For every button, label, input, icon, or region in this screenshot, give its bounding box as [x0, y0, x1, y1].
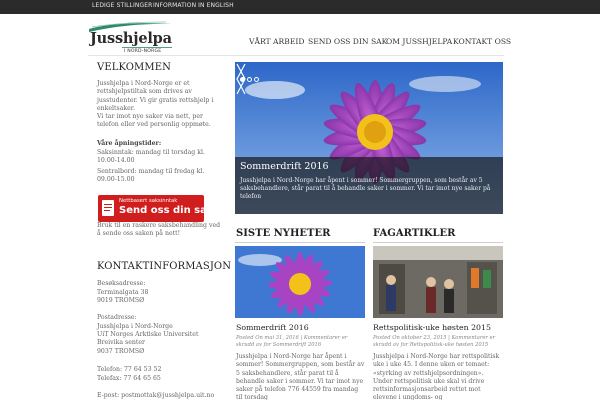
- logo-title: Jusshjelpa: [90, 30, 172, 47]
- send-case-button[interactable]: Nettbasert saksinntak Send oss din sak: [98, 195, 214, 222]
- slide-caption: Sommerdrift 2016 Jusshjelpa i Nord-Norge…: [235, 157, 503, 214]
- articles-thumbnail[interactable]: [373, 246, 503, 318]
- nav-item-send-case[interactable]: SEND OSS DIN SAK: [308, 37, 387, 46]
- top-bar: LEDIGE STILLINGER INFORMATION IN ENGLISH: [0, 0, 600, 14]
- topbar-link-jobs[interactable]: LEDIGE STILLINGER: [92, 2, 152, 9]
- articles-excerpt: Jusshjelpa i Nord-Norge har rettspolitis…: [373, 353, 500, 400]
- visit-city: 9019 TROMSØ: [97, 297, 145, 304]
- nav-item-about[interactable]: OM JUSSHJELPA: [386, 37, 452, 46]
- send-case-note: Bruk til en raskere saksbehandling ved å…: [97, 222, 221, 238]
- contact-heading: KONTAKTINFORMASJON: [97, 261, 232, 272]
- articles-heading: FAGARTIKLER: [373, 228, 456, 239]
- news-title[interactable]: Sommerdrift 2016: [236, 323, 309, 332]
- send-case-button-label: Send oss din sak: [119, 205, 214, 216]
- post-line-4: 9037 TROMSØ: [97, 348, 145, 355]
- articles-title[interactable]: Rettspolitisk-uke høsten 2015: [373, 323, 491, 332]
- hours-switchboard: Sentralbord: mandag til fredag kl. 09.00…: [97, 168, 205, 184]
- news-thumbnail[interactable]: [235, 246, 365, 318]
- header-divider: [88, 55, 504, 56]
- welcome-intake: Vi tar imot nye saker via nett, per tele…: [97, 113, 211, 129]
- news-divider: [235, 242, 365, 243]
- chevron-right-icon[interactable]: [235, 62, 247, 96]
- news-heading: SISTE NYHETER: [236, 228, 331, 239]
- slide-title[interactable]: Sommerdrift 2016: [240, 161, 329, 172]
- send-case-button-caption: Nettbasert saksinntak: [119, 198, 178, 204]
- welcome-heading: VELKOMMEN: [97, 62, 171, 73]
- logo-subtitle: I NORD-NORGE: [124, 49, 162, 54]
- site-logo[interactable]: Jusshjelpa I NORD-NORGE: [88, 20, 178, 56]
- hours-intake: Saksinntak: mandag til torsdag kl. 10.00…: [97, 149, 205, 165]
- slide-dot[interactable]: [254, 77, 259, 82]
- featured-slider[interactable]: Sommerdrift 2016 Jusshjelpa i Nord-Norge…: [235, 62, 503, 214]
- news-excerpt: Jusshjelpa i Nord-Norge har åpent i somm…: [236, 353, 365, 400]
- slide-dot[interactable]: [247, 77, 252, 82]
- contact-phone[interactable]: Telefon: 77 64 53 52: [97, 366, 221, 374]
- post-line-3: Breivika senter: [97, 339, 145, 346]
- articles-image: [373, 246, 503, 318]
- hours-heading: Våre åpningstider:: [97, 140, 162, 147]
- slide-text: Jusshjelpa i Nord-Norge har åpent i somm…: [240, 177, 491, 201]
- post-label: Postadresse:: [97, 314, 137, 321]
- document-icon: [102, 200, 114, 216]
- nav-item-contact[interactable]: KONTAKT OSS: [453, 37, 511, 46]
- nav-item-work[interactable]: VÅRT ARBEID: [249, 37, 304, 46]
- topbar-link-english[interactable]: INFORMATION IN ENGLISH: [153, 2, 234, 9]
- contact-fax: Telefax: 77 64 65 65: [97, 375, 161, 382]
- news-meta: Posted On mai 31, 2016 | Kommentarer er …: [236, 335, 348, 348]
- news-image: [235, 246, 365, 318]
- welcome-intro: Jusshjelpa i Nord-Norge er et rettshjelp…: [97, 80, 214, 112]
- articles-divider: [373, 242, 503, 243]
- visit-label: Besøksadresse:: [97, 280, 146, 287]
- articles-meta: Posted On oktober 23, 2015 | Kommentarer…: [373, 335, 496, 348]
